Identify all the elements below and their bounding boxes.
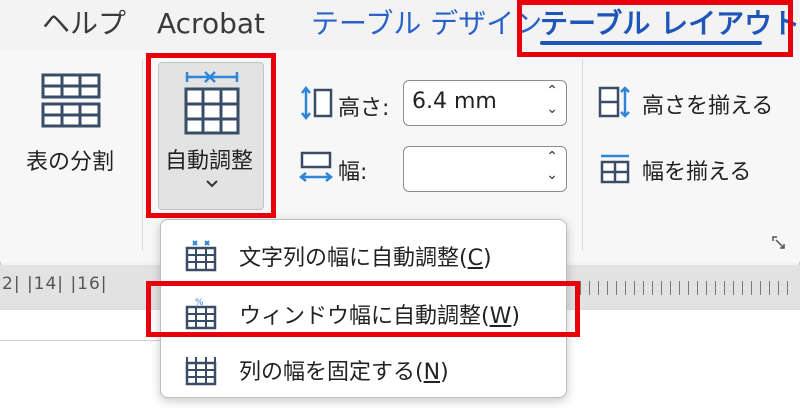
spin-up-icon[interactable]: ⌃ — [546, 83, 558, 99]
split-table-button[interactable]: 表の分割 — [20, 62, 128, 210]
highlight-box-autofit-button — [146, 53, 276, 218]
row-height-spinner[interactable]: 6.4 mm ⌃ ⌄ — [403, 80, 567, 126]
distribute-rows-icon — [598, 86, 630, 118]
spin-down-icon[interactable]: ⌄ — [546, 101, 558, 117]
autofit-contents-icon — [185, 240, 217, 272]
row-height-value: 6.4 mm — [412, 89, 497, 114]
menu-item-label: 文字列の幅に自動調整(C) — [239, 246, 492, 271]
row-height-icon — [301, 86, 333, 120]
distribute-rows-label: 高さを揃える — [642, 94, 774, 119]
split-table-icon — [41, 73, 101, 128]
column-width-icon — [298, 151, 334, 182]
highlight-box-autofit-window-item — [146, 281, 580, 337]
height-label: 高さ: — [338, 96, 390, 121]
menu-item-fixed-column-width[interactable]: 列の幅を固定する(N) — [161, 343, 566, 395]
group-divider — [142, 60, 143, 250]
distribute-columns-label: 幅を揃える — [642, 160, 752, 185]
spin-down-icon[interactable]: ⌄ — [546, 167, 558, 183]
ruler-ticks — [580, 281, 794, 295]
table-border-line — [0, 340, 180, 341]
tab-help[interactable]: ヘルプ — [42, 5, 126, 43]
tab-table-design[interactable]: テーブル デザイン — [311, 5, 542, 43]
spin-up-icon[interactable]: ⌃ — [546, 149, 558, 165]
column-width-spinner[interactable]: ⌃ ⌄ — [403, 146, 567, 192]
menu-item-label: 列の幅を固定する(N) — [239, 360, 449, 385]
distribute-columns-button[interactable]: 幅を揃える — [598, 150, 788, 188]
tab-acrobat[interactable]: Acrobat — [157, 5, 265, 43]
split-table-label: 表の分割 — [26, 150, 115, 175]
distribute-rows-button[interactable]: 高さを揃える — [598, 84, 788, 122]
fixed-column-width-icon — [185, 357, 217, 386]
highlight-box-table-layout-tab — [517, 0, 793, 57]
distribute-columns-icon — [600, 154, 630, 184]
dialog-launcher-icon[interactable] — [772, 236, 786, 250]
menu-item-autofit-contents[interactable]: 文字列の幅に自動調整(C) — [161, 229, 566, 281]
ruler-marks: 2| |14| |16| — [2, 274, 108, 294]
width-label: 幅: — [338, 160, 368, 185]
group-divider — [582, 60, 583, 250]
